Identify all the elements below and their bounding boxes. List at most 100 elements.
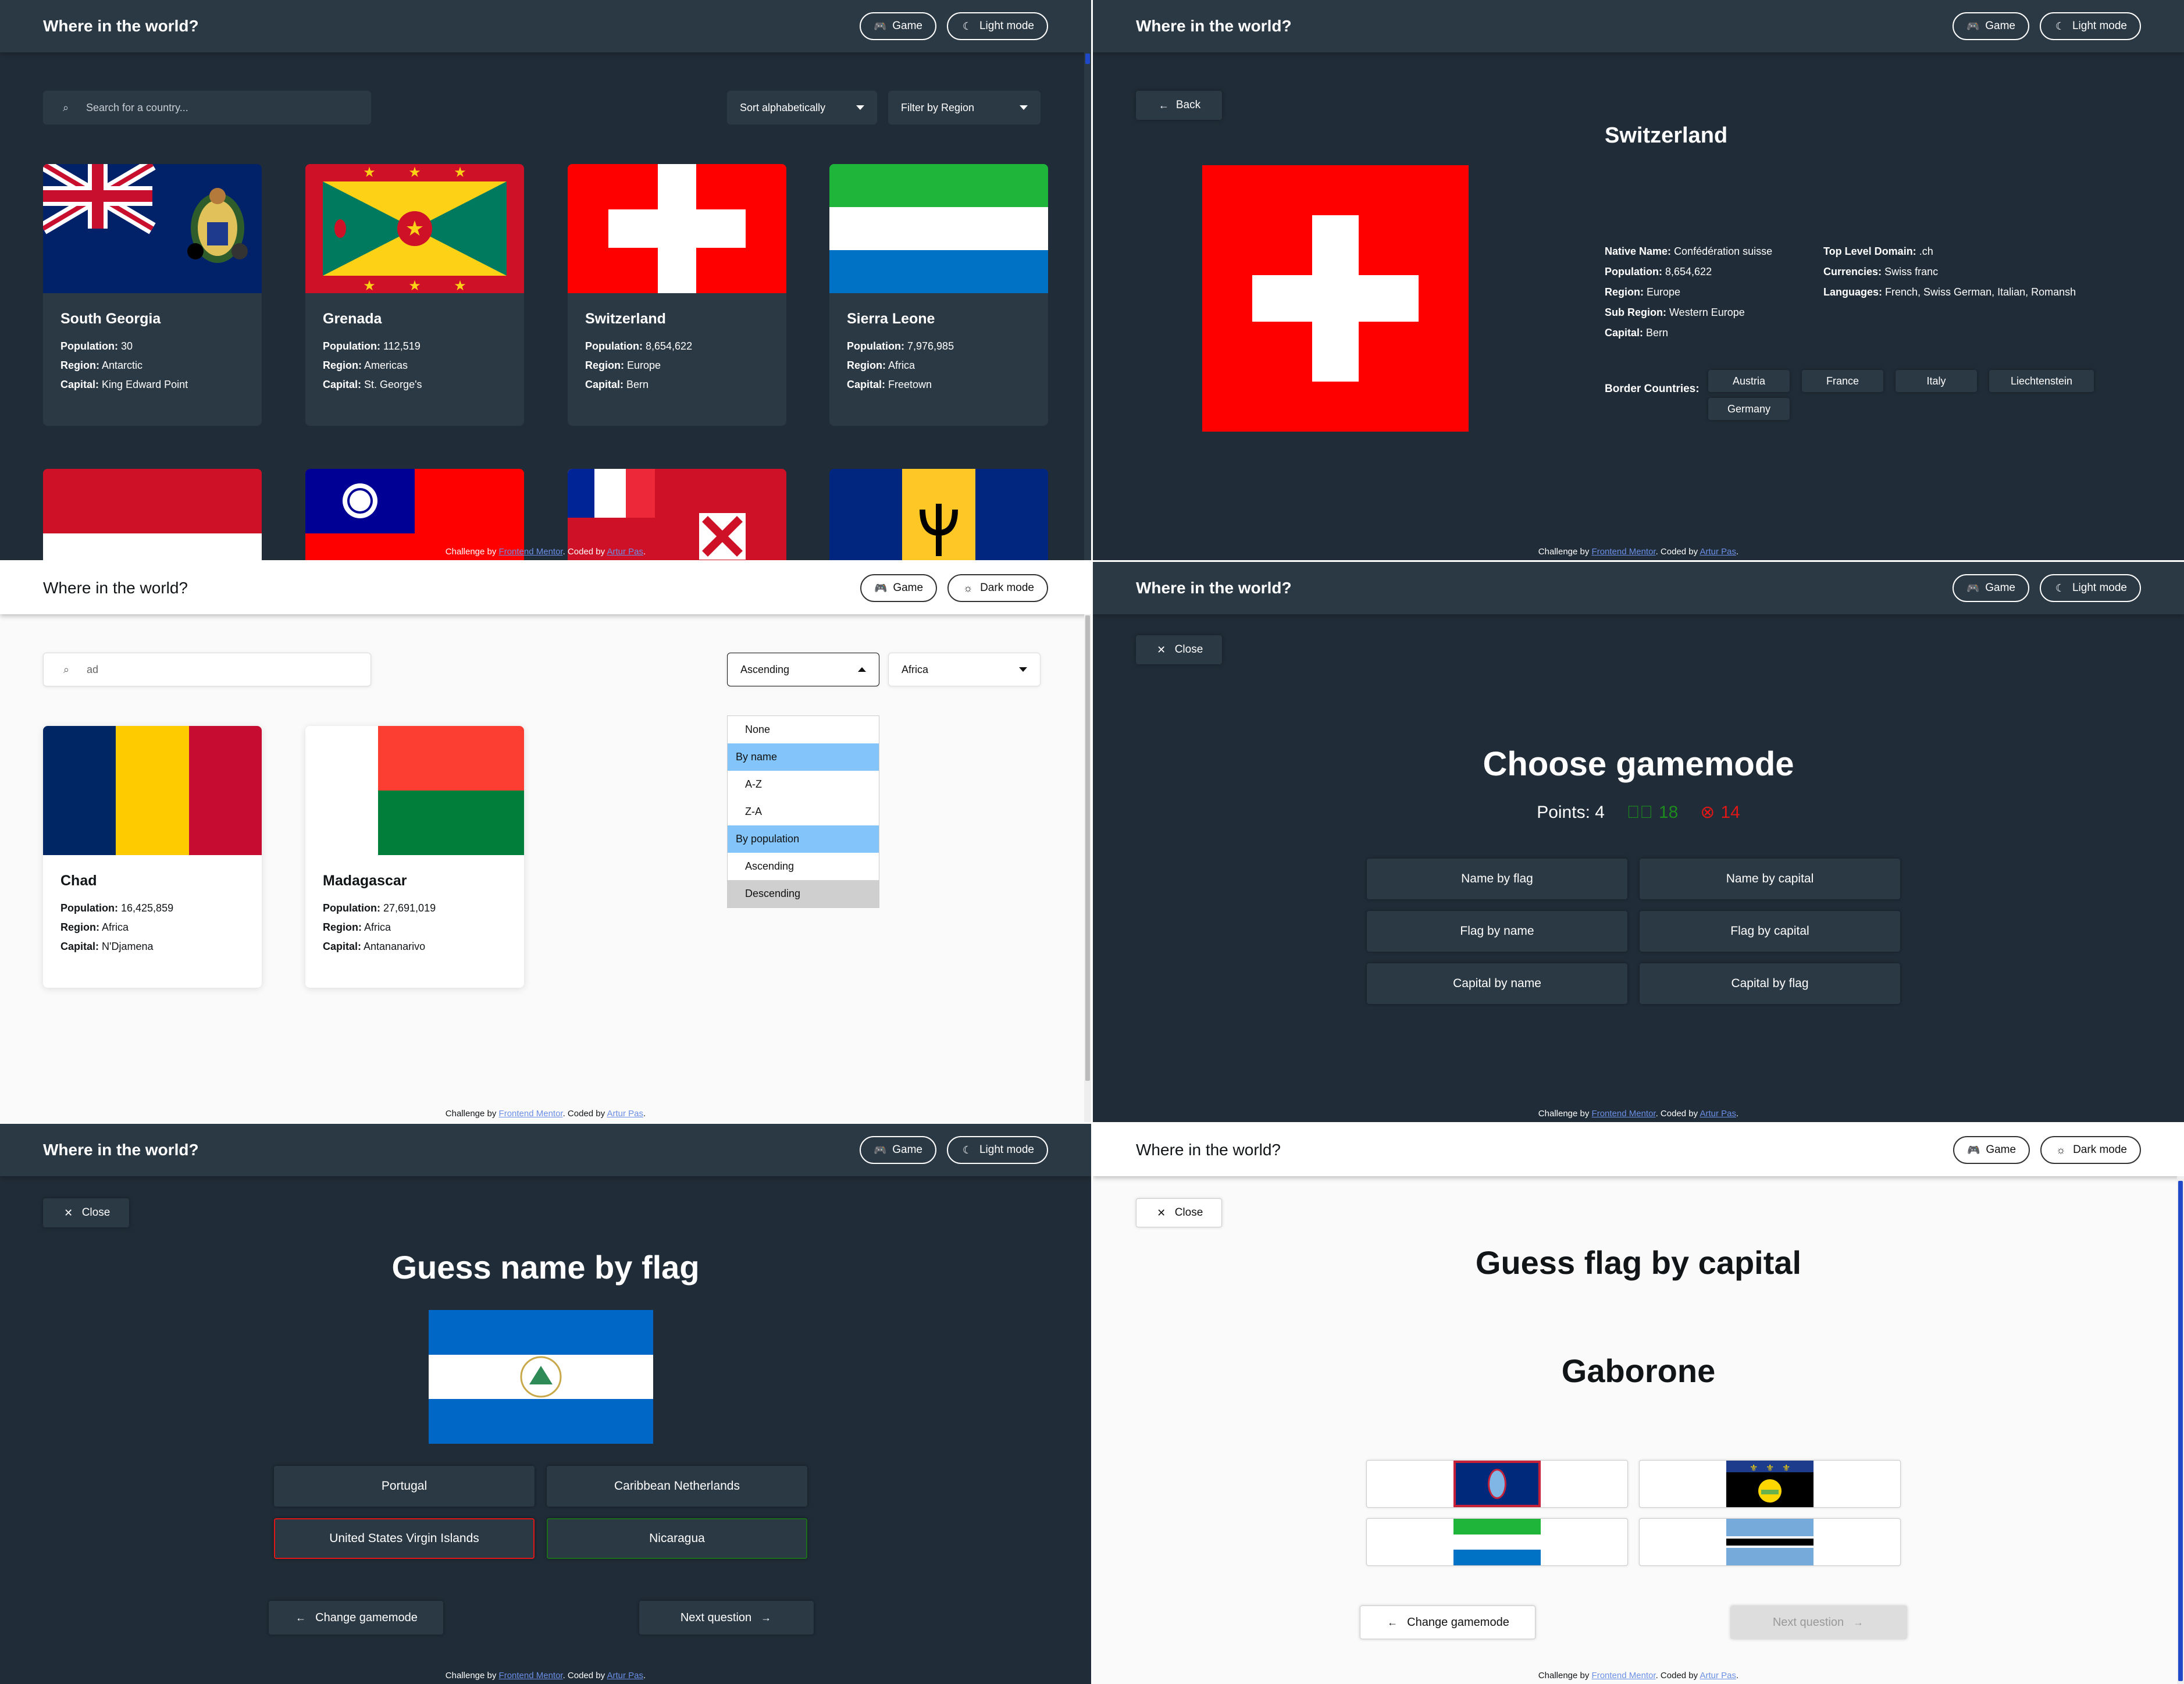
sort-select[interactable]: Sort alphabetically <box>727 91 877 124</box>
author-link[interactable]: Artur Pas <box>607 1109 643 1119</box>
theme-toggle-button[interactable]: ☾ Light mode <box>946 1136 1048 1164</box>
currencies-value: Swiss franc <box>1884 266 1939 277</box>
mode-capital-by-name-button[interactable]: Capital by name <box>1367 963 1627 1004</box>
change-gamemode-button[interactable]: ← Change gamemode <box>1360 1605 1535 1639</box>
border-country-tag[interactable]: Austria <box>1708 370 1790 392</box>
answer-option-correct[interactable]: Nicaragua <box>547 1518 807 1559</box>
population-label: Population: <box>323 340 380 352</box>
border-country-tag[interactable]: France <box>1802 370 1883 392</box>
frontend-mentor-link[interactable]: Frontend Mentor <box>1592 1109 1656 1119</box>
scrollbar-thumb[interactable] <box>1085 615 1090 1081</box>
footer: Challenge by Frontend Mentor. Coded by A… <box>0 1109 1091 1119</box>
sort-option[interactable]: A-Z <box>728 771 879 798</box>
mode-name-by-capital-button[interactable]: Name by capital <box>1640 859 1900 899</box>
footer-text: . <box>643 547 646 557</box>
answer-option[interactable]: Portugal <box>274 1466 535 1507</box>
country-card[interactable]: Chad Population: 16,425,859 Region: Afri… <box>43 726 262 988</box>
change-gamemode-button[interactable]: ← Change gamemode <box>269 1601 443 1635</box>
border-country-tag[interactable]: Germany <box>1708 398 1790 420</box>
next-question-button[interactable]: Next question → <box>1730 1605 1907 1639</box>
country-card[interactable]: Madagascar Population: 27,691,019 Region… <box>305 726 524 988</box>
author-link[interactable]: Artur Pas <box>607 1671 643 1681</box>
region-label: Region: <box>1605 286 1644 298</box>
sort-option[interactable]: Ascending <box>728 853 879 880</box>
mode-flag-by-capital-button[interactable]: Flag by capital <box>1640 911 1900 952</box>
flag-option[interactable] <box>1639 1518 1901 1566</box>
population-label: Population: <box>847 340 904 352</box>
frontend-mentor-link[interactable]: Frontend Mentor <box>1592 547 1656 557</box>
frontend-mentor-link[interactable]: Frontend Mentor <box>499 1671 563 1681</box>
sub-region-label: Sub Region: <box>1605 307 1666 318</box>
sort-label: Sort alphabetically <box>740 101 826 113</box>
scrollbar-thumb[interactable] <box>1085 54 1090 64</box>
flag-option[interactable]: ⚜ ⚜ ⚜ <box>1639 1460 1901 1508</box>
country-card[interactable]: Sierra Leone Population: 7,976,985 Regio… <box>829 164 1048 426</box>
border-country-tag[interactable]: Liechtenstein <box>1989 370 2094 392</box>
frontend-mentor-link[interactable]: Frontend Mentor <box>499 1109 563 1119</box>
answer-option-wrong[interactable]: United States Virgin Islands <box>274 1518 535 1559</box>
game-label: Game <box>893 582 924 594</box>
theme-toggle-button[interactable]: ☾ Light mode <box>946 12 1048 40</box>
flag-option[interactable] <box>1366 1460 1628 1508</box>
moon-icon: ☾ <box>2055 20 2065 32</box>
flag-switzerland-large <box>1202 165 1469 432</box>
theme-toggle-button[interactable]: ☾ Light mode <box>2039 12 2141 40</box>
site-title: Where in the world? <box>1136 1141 1281 1159</box>
next-question-button[interactable]: Next question → <box>639 1601 814 1635</box>
country-card[interactable]: ★ ★ ★ ★ ★ ★ ★ Grenada Population: 112,519 Re… <box>305 164 524 426</box>
flag-south-georgia <box>43 164 262 293</box>
site-title: Where in the world? <box>1136 579 1292 597</box>
game-button[interactable]: 🎮 Game <box>860 12 936 40</box>
sort-option-selected[interactable]: Descending <box>728 880 879 907</box>
answer-option[interactable]: Caribbean Netherlands <box>547 1466 807 1507</box>
footer: Challenge by Frontend Mentor. Coded by A… <box>0 547 1091 557</box>
border-country-tag[interactable]: Italy <box>1896 370 1977 392</box>
mode-capital-by-flag-button[interactable]: Capital by flag <box>1640 963 1900 1004</box>
panel-guess-name-by-flag: Where in the world? 🎮 Game ☾ Light mode ✕ C… <box>0 1124 1091 1684</box>
chevron-up-icon <box>858 667 866 672</box>
mode-flag-by-name-button[interactable]: Flag by name <box>1367 911 1627 952</box>
search-value: ad <box>87 663 99 675</box>
page-title: Guess name by flag <box>391 1249 700 1286</box>
country-card[interactable]: South Georgia Population: 30 Region: Ant… <box>43 164 262 426</box>
author-link[interactable]: Artur Pas <box>1700 1671 1736 1681</box>
country-card[interactable]: Switzerland Population: 8,654,622 Region… <box>568 164 786 426</box>
author-link[interactable]: Artur Pas <box>1700 1109 1736 1119</box>
population-value: 30 <box>121 340 133 352</box>
game-button[interactable]: 🎮 Game <box>860 574 938 602</box>
footer-text: Challenge by <box>445 547 499 557</box>
sun-icon: ☼ <box>2055 1144 2066 1156</box>
flag-option[interactable] <box>1366 1518 1628 1566</box>
author-link[interactable]: Artur Pas <box>607 547 643 557</box>
theme-toggle-button[interactable]: ☼ Dark mode <box>2040 1136 2141 1164</box>
theme-toggle-button[interactable]: ☼ Dark mode <box>947 574 1048 602</box>
region-filter[interactable]: Africa <box>888 653 1041 686</box>
game-button[interactable]: 🎮 Game <box>1953 12 2029 40</box>
mode-name-by-flag-button[interactable]: Name by flag <box>1367 859 1627 899</box>
game-button[interactable]: 🎮 Game <box>1953 574 2029 602</box>
scrollbar[interactable] <box>1084 52 1091 560</box>
close-button[interactable]: ✕ Close <box>1136 635 1222 664</box>
author-link[interactable]: Artur Pas <box>1700 547 1736 557</box>
frontend-mentor-link[interactable]: Frontend Mentor <box>499 547 563 557</box>
page-title: Choose gamemode <box>1483 745 1794 783</box>
game-button[interactable]: 🎮 Game <box>1953 1136 2030 1164</box>
panel-filtered-list: Where in the world? 🎮 Game ☼ Dark mode ⌕ ad… <box>0 562 1091 1122</box>
footer-text: . <box>643 1109 646 1119</box>
region-value: Europe <box>627 359 661 371</box>
frontend-mentor-link[interactable]: Frontend Mentor <box>1592 1671 1656 1681</box>
scrollbar[interactable] <box>1084 614 1091 1122</box>
theme-toggle-button[interactable]: ☾ Light mode <box>2039 574 2141 602</box>
close-button[interactable]: ✕ Close <box>1136 1198 1222 1227</box>
search-input[interactable]: ⌕ Search for a country... <box>43 91 371 124</box>
back-button[interactable]: ← Back <box>1136 91 1222 120</box>
search-icon: ⌕ <box>63 664 70 675</box>
game-button[interactable]: 🎮 Game <box>860 1136 936 1164</box>
sort-option[interactable]: None <box>728 716 879 743</box>
search-input[interactable]: ⌕ ad <box>43 653 371 686</box>
sort-option[interactable]: Z-A <box>728 798 879 825</box>
close-label: Close <box>1174 1206 1203 1219</box>
close-button[interactable]: ✕ Close <box>43 1198 129 1227</box>
region-filter[interactable]: Filter by Region <box>888 91 1041 124</box>
sort-select[interactable]: Ascending <box>727 653 879 686</box>
